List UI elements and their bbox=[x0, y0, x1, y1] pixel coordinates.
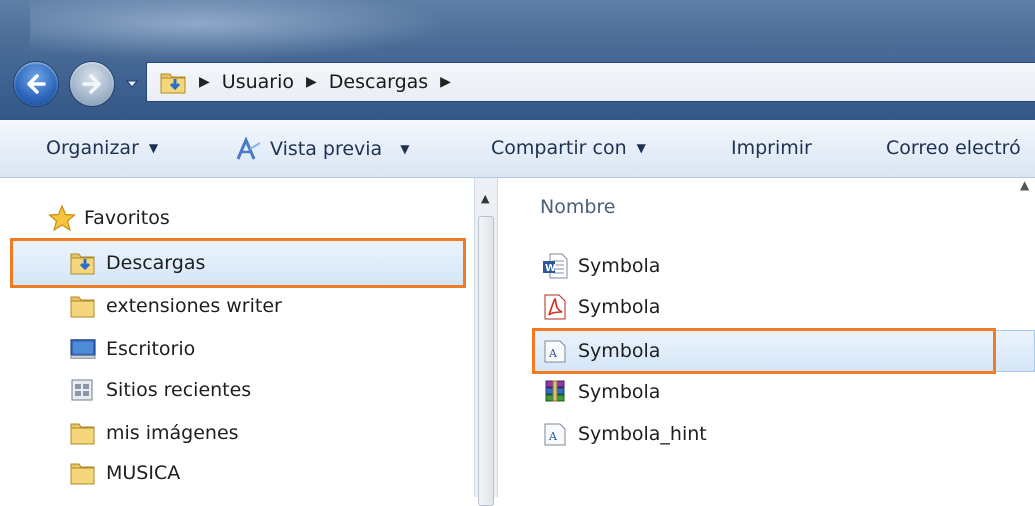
print-button[interactable]: Imprimir bbox=[731, 137, 812, 159]
nav-item-label: extensiones writer bbox=[106, 295, 282, 317]
nav-item-extensiones-writer[interactable]: extensiones writer bbox=[70, 293, 282, 319]
highlight-symbola-font bbox=[532, 328, 996, 374]
svg-text:W: W bbox=[545, 263, 556, 274]
organize-label: Organizar bbox=[46, 137, 139, 159]
file-row[interactable]: A Symbola_hint bbox=[542, 421, 707, 447]
file-row[interactable]: Symbola bbox=[542, 294, 660, 320]
pdf-icon bbox=[542, 294, 568, 320]
breadcrumb-separator[interactable]: ▶ bbox=[440, 74, 451, 90]
favorites-header[interactable]: Favoritos bbox=[48, 205, 170, 231]
share-label: Compartir con bbox=[491, 137, 627, 159]
preview-icon bbox=[236, 137, 261, 160]
desktop-icon bbox=[70, 336, 96, 362]
sort-arrow-icon: ▲ bbox=[1020, 178, 1030, 192]
arrow-left-icon bbox=[27, 74, 46, 94]
forward-button[interactable] bbox=[70, 62, 114, 106]
nav-item-escritorio[interactable]: Escritorio bbox=[70, 336, 195, 362]
column-header-name[interactable]: Nombre bbox=[540, 196, 616, 218]
dropdown-arrow-icon: ▼ bbox=[636, 141, 646, 155]
chevron-down-icon bbox=[126, 80, 138, 88]
nav-item-musica[interactable]: MUSICA bbox=[70, 460, 180, 486]
highlight-descargas bbox=[10, 238, 466, 288]
rar-archive-icon bbox=[542, 379, 568, 405]
navigation-scrollbar[interactable]: ▲ bbox=[474, 178, 498, 506]
nav-item-label: MUSICA bbox=[106, 462, 181, 484]
share-button[interactable]: Compartir con ▼ bbox=[491, 137, 646, 159]
command-toolbar: Organizar ▼ Vista previa ▼ Compartir con… bbox=[0, 120, 1035, 178]
preview-button[interactable]: Vista previa ▼ bbox=[234, 137, 409, 161]
file-name: Symbola bbox=[578, 296, 661, 318]
star-icon bbox=[48, 205, 76, 231]
scroll-up-arrow-icon[interactable]: ▲ bbox=[481, 192, 489, 205]
favorites-label: Favoritos bbox=[84, 207, 170, 229]
email-label: Correo electró bbox=[886, 137, 1021, 159]
folder-icon bbox=[70, 293, 96, 319]
organize-button[interactable]: Organizar ▼ bbox=[46, 137, 158, 159]
file-name: Symbola bbox=[578, 381, 661, 403]
breadcrumb-separator[interactable]: ▶ bbox=[306, 74, 317, 90]
nav-item-label: Escritorio bbox=[106, 338, 196, 360]
nav-item-label: mis imágenes bbox=[106, 422, 239, 444]
dropdown-arrow-icon: ▼ bbox=[148, 141, 159, 155]
print-label: Imprimir bbox=[731, 137, 812, 159]
download-folder-icon bbox=[160, 73, 186, 94]
svg-text:A: A bbox=[548, 430, 558, 443]
dropdown-arrow-icon: ▼ bbox=[400, 142, 410, 156]
font-file-icon: A bbox=[542, 421, 568, 447]
back-button[interactable] bbox=[14, 62, 58, 106]
nav-item-label: Sitios recientes bbox=[106, 379, 252, 401]
email-button[interactable]: Correo electró bbox=[886, 137, 1021, 159]
breadcrumb-separator[interactable]: ▶ bbox=[199, 74, 210, 90]
file-name: Symbola bbox=[578, 255, 661, 277]
scroll-thumb[interactable] bbox=[478, 216, 494, 506]
nav-item-mis-imagenes[interactable]: mis imágenes bbox=[70, 420, 239, 446]
breadcrumb-usuario[interactable]: Usuario bbox=[222, 71, 294, 93]
folder-icon bbox=[70, 460, 96, 486]
preview-label: Vista previa bbox=[270, 138, 383, 160]
folder-icon bbox=[70, 420, 96, 446]
history-dropdown[interactable] bbox=[124, 76, 140, 92]
window-titlebar: ▶ Usuario ▶ Descargas ▶ bbox=[0, 0, 1035, 120]
file-row[interactable]: Symbola bbox=[542, 379, 660, 405]
file-name: Symbola_hint bbox=[578, 423, 707, 445]
word-document-icon: W bbox=[542, 253, 568, 279]
arrow-right-icon bbox=[82, 74, 101, 94]
nav-item-sitios-recientes[interactable]: Sitios recientes bbox=[70, 377, 251, 403]
address-bar[interactable]: ▶ Usuario ▶ Descargas ▶ bbox=[146, 62, 1035, 102]
titlebar-glass bbox=[30, 0, 450, 60]
breadcrumb-descargas[interactable]: Descargas bbox=[329, 71, 428, 93]
recent-places-icon bbox=[70, 377, 96, 403]
file-row[interactable]: W Symbola bbox=[542, 253, 660, 279]
